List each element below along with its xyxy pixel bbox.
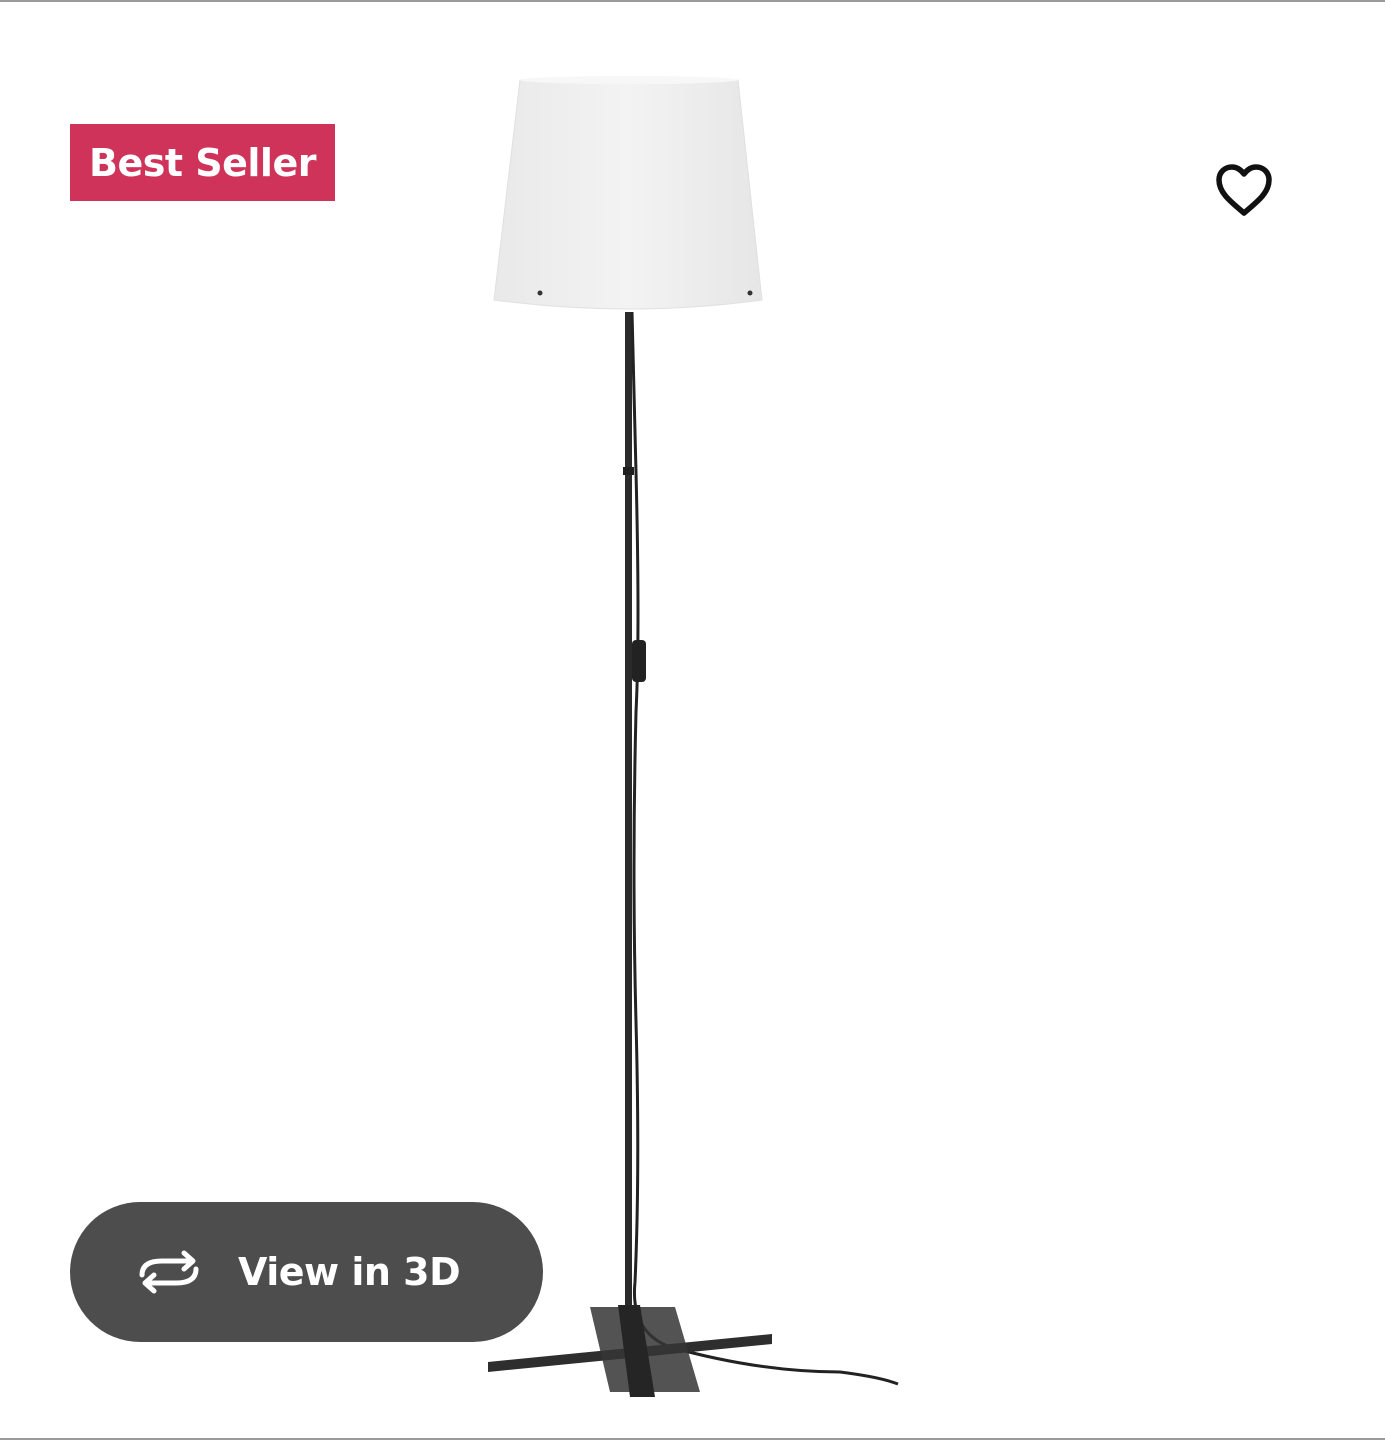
best-seller-badge: Best Seller [70,124,335,201]
view-in-3d-label: View in 3D [238,1250,461,1294]
heart-outline-icon [1216,164,1272,216]
favorite-button[interactable] [1206,154,1282,226]
product-media-gallery: Best Seller View in 3D [0,0,1385,1440]
rotate-3d-icon [132,1247,206,1297]
view-in-3d-button[interactable]: View in 3D [70,1202,543,1342]
product-image [488,76,899,1397]
best-seller-label: Best Seller [89,140,316,185]
